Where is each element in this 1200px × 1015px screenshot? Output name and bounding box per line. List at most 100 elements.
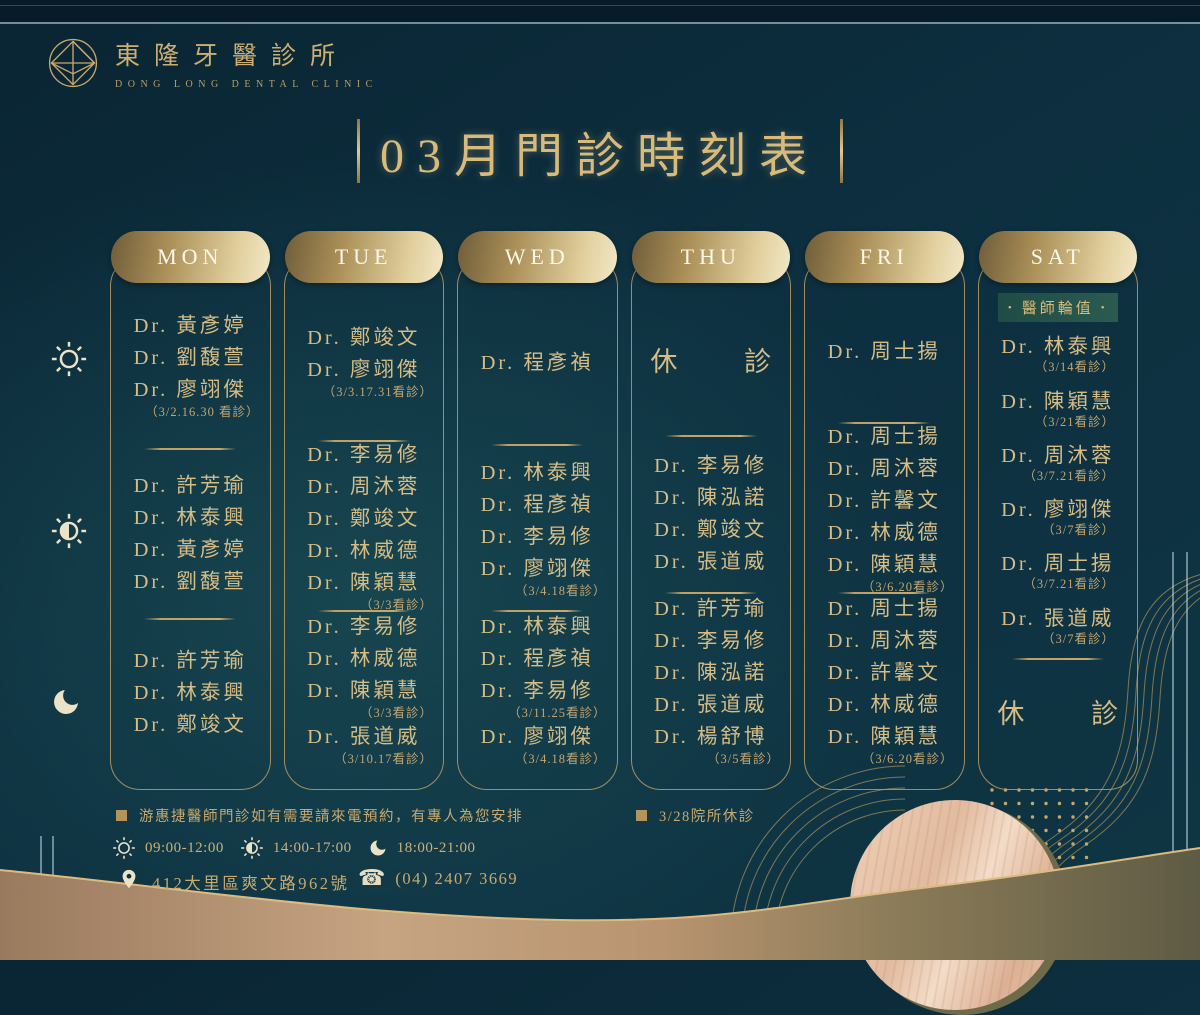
doctor-item: Dr. 廖翊傑 （3/3.17.31看診）	[285, 355, 444, 400]
doctor-name: Dr. 劉馥萱	[133, 347, 247, 369]
day-header-wed: WED	[458, 231, 617, 283]
doctor-name: Dr. 林泰興	[133, 682, 247, 704]
phone-icon: ☎	[358, 866, 386, 891]
day-column-mon: MON Dr. 黃彥婷 Dr. 劉馥萱 Dr. 廖翊傑 （3/2.16.30 看診） Dr…	[110, 231, 271, 790]
doctor-item: Dr. 周士揚	[805, 594, 964, 625]
doctor-item: Dr. 周沐蓉 （3/7.21看診）	[979, 442, 1138, 484]
doctor-item: Dr. 許馨文	[805, 486, 964, 517]
doctor-item: Dr. 林威德	[285, 536, 444, 567]
clinic-emblem-icon	[48, 38, 98, 88]
vertical-line-decoration	[52, 836, 54, 894]
title-side-bar	[840, 119, 843, 183]
top-frame-line	[0, 22, 1200, 24]
doctor-item: Dr. 林威德	[805, 690, 964, 721]
doctor-item: Dr. 鄭竣文	[632, 515, 791, 546]
doctor-name: Dr. 陳泓諾	[654, 662, 768, 684]
address-row: 412大里區爽文路962號	[118, 868, 350, 895]
doctor-name: Dr. 陳穎慧	[827, 553, 941, 576]
doctor-item: Dr. 許馨文	[805, 658, 964, 689]
rotation-badge: 醫師輪值	[997, 293, 1118, 322]
doctor-dates: （3/21看診）	[1034, 414, 1115, 429]
doctor-name: Dr. 張道威	[654, 694, 768, 716]
doctor-dates: （3/7看診）	[1042, 631, 1115, 646]
doctor-item: Dr. 鄭竣文	[285, 504, 444, 535]
doctor-name: Dr. 黃彥婷	[133, 538, 247, 561]
doctor-item: Dr. 許芳瑜	[632, 594, 791, 625]
doctor-item: Dr. 鄭竣文	[285, 323, 444, 354]
doctor-name: Dr. 李易修	[307, 616, 421, 638]
afternoon-sun-icon	[50, 512, 88, 555]
doctor-name: Dr. 劉馥萱	[133, 570, 247, 593]
doctor-item: Dr. 劉馥萱	[111, 343, 270, 374]
doctor-dates: （3/7看診）	[1042, 523, 1115, 538]
afternoon-sun-icon	[240, 836, 264, 860]
doctor-item: Dr. 程彥禎	[458, 348, 617, 379]
doctor-name: Dr. 陳穎慧	[827, 726, 941, 748]
mon-section-1: Dr. 許芳瑜 Dr. 林泰興 Dr. 黃彥婷 Dr. 劉馥萱	[111, 450, 270, 618]
doctor-name: Dr. 周沐蓉	[307, 475, 421, 498]
morning-sun-icon	[50, 340, 88, 383]
doctor-item: Dr. 李易修 （3/11.25看診）	[458, 676, 617, 721]
day-header-thu: THU	[631, 231, 790, 283]
wed-section-2: Dr. 林泰興 Dr. 程彥禎 Dr. 李易修 （3/11.25看診） Dr. 廖翊傑 （…	[458, 612, 617, 789]
doctor-name: Dr. 周士揚	[827, 341, 941, 363]
doctor-name: Dr. 許馨文	[827, 489, 941, 512]
sat-section-0: Dr. 林泰興 （3/14看診） Dr. 陳穎慧 （3/21看診） Dr. 周沐蓉 （3/…	[979, 322, 1138, 658]
doctor-name: Dr. 鄭竣文	[133, 714, 247, 736]
title-row: 03月門診時刻表	[0, 116, 1200, 186]
closed-label: 休 診	[997, 699, 1149, 729]
doctor-item: Dr. 廖翊傑 （3/4.18看診）	[458, 554, 617, 599]
doctor-item: Dr. 許芳瑜	[111, 646, 270, 677]
square-bullet-icon	[636, 810, 647, 821]
doctor-name: Dr. 黃彥婷	[133, 315, 247, 337]
doctor-dates: （3/4.18看診）	[514, 752, 607, 766]
hours-evening: 18:00-21:00	[368, 838, 476, 858]
top-frame-line	[0, 5, 1200, 6]
vertical-line-decoration	[1172, 552, 1174, 870]
page-title: 03月門診時刻表	[379, 130, 820, 183]
doctor-item: Dr. 周士揚	[805, 337, 964, 368]
doctor-name: Dr. 李易修	[307, 443, 421, 466]
doctor-name: Dr. 張道威	[654, 551, 768, 574]
doctor-name: Dr. 周沐蓉	[827, 630, 941, 652]
doctor-name: Dr. 林泰興	[480, 616, 594, 638]
doctor-item: Dr. 張道威 （3/7看診）	[979, 605, 1138, 647]
mon-section-2: Dr. 許芳瑜 Dr. 林泰興 Dr. 鄭竣文	[111, 620, 270, 789]
doctor-name: Dr. 鄭竣文	[307, 507, 421, 530]
doctor-name: Dr. 林威德	[827, 521, 941, 544]
doctor-name: Dr. 廖翊傑	[133, 379, 247, 401]
fri-section-2: Dr. 周士揚 Dr. 周沐蓉 Dr. 許馨文 Dr. 林威德 Dr. 陳穎慧 （3/6.…	[805, 594, 964, 789]
note-reservation-text: 游惠捷醫師門診如有需要請來電預約，有專人為您安排	[139, 809, 523, 825]
note-closure: 3/28院所休診	[636, 805, 755, 826]
doctor-name: Dr. 鄭竣文	[307, 327, 421, 349]
day-column-sat: SAT醫師輪值Dr. 林泰興（3/14看診）Dr. 陳穎慧（3/21看診）Dr.…	[977, 231, 1138, 790]
schedule-columns: MON Dr. 黃彥婷 Dr. 劉馥萱 Dr. 廖翊傑 （3/2.16.30 看診） Dr…	[110, 231, 1138, 790]
doctor-name: Dr. 程彥禎	[480, 352, 594, 375]
day-column-tue: TUE Dr. 鄭竣文 Dr. 廖翊傑 （3/3.17.31看診） Dr. 李易修 Dr.…	[283, 231, 444, 790]
thu-section-2: Dr. 許芳瑜 Dr. 李易修 Dr. 陳泓諾 Dr. 張道威 Dr. 楊舒博 （3/5看…	[632, 594, 791, 789]
thu-section-1: Dr. 李易修 Dr. 陳泓諾 Dr. 鄭竣文 Dr. 張道威	[632, 437, 791, 592]
doctor-name: Dr. 程彥禎	[480, 493, 594, 516]
doctor-name: Dr. 周士揚	[827, 598, 941, 620]
wed-section-1: Dr. 林泰興 Dr. 程彥禎 Dr. 李易修 Dr. 廖翊傑 （3/4.18看診）	[458, 446, 617, 610]
day-column-thu: THU 休 診 Dr. 李易修 Dr. 陳泓諾 Dr. 鄭竣文 Dr. 張道威 Dr. 許芳…	[630, 231, 791, 790]
doctor-name: Dr. 陳泓諾	[654, 487, 768, 510]
hours-time: 18:00-21:00	[396, 839, 476, 856]
doctor-name: Dr. 林泰興	[480, 461, 594, 484]
tue-section-1: Dr. 李易修 Dr. 周沐蓉 Dr. 鄭竣文 Dr. 林威德 Dr. 陳穎慧 （3/3看…	[285, 442, 444, 612]
hours-time: 14:00-17:00	[272, 839, 352, 856]
doctor-item: Dr. 黃彥婷	[111, 311, 270, 342]
doctor-dates: （3/3.17.31看診）	[322, 385, 433, 399]
doctor-item: Dr. 程彥禎	[458, 644, 617, 675]
phone-row: ☎ (04) 2407 3669	[358, 868, 518, 890]
doctor-dates: （3/4.18看診）	[514, 583, 607, 598]
evening-moon-icon	[50, 686, 82, 723]
doctor-name: Dr. 周士揚	[827, 425, 941, 448]
doctor-dates: （3/7.21看診）	[1023, 468, 1115, 483]
evening-moon-icon	[368, 838, 388, 858]
doctor-item: Dr. 林泰興	[111, 503, 270, 534]
wed-section-0: Dr. 程彥禎	[458, 283, 617, 444]
doctor-item: Dr. 周士揚 （3/7.21看診）	[979, 550, 1138, 592]
doctor-item: Dr. 林泰興	[458, 612, 617, 643]
day-header-mon: MON	[111, 231, 270, 283]
